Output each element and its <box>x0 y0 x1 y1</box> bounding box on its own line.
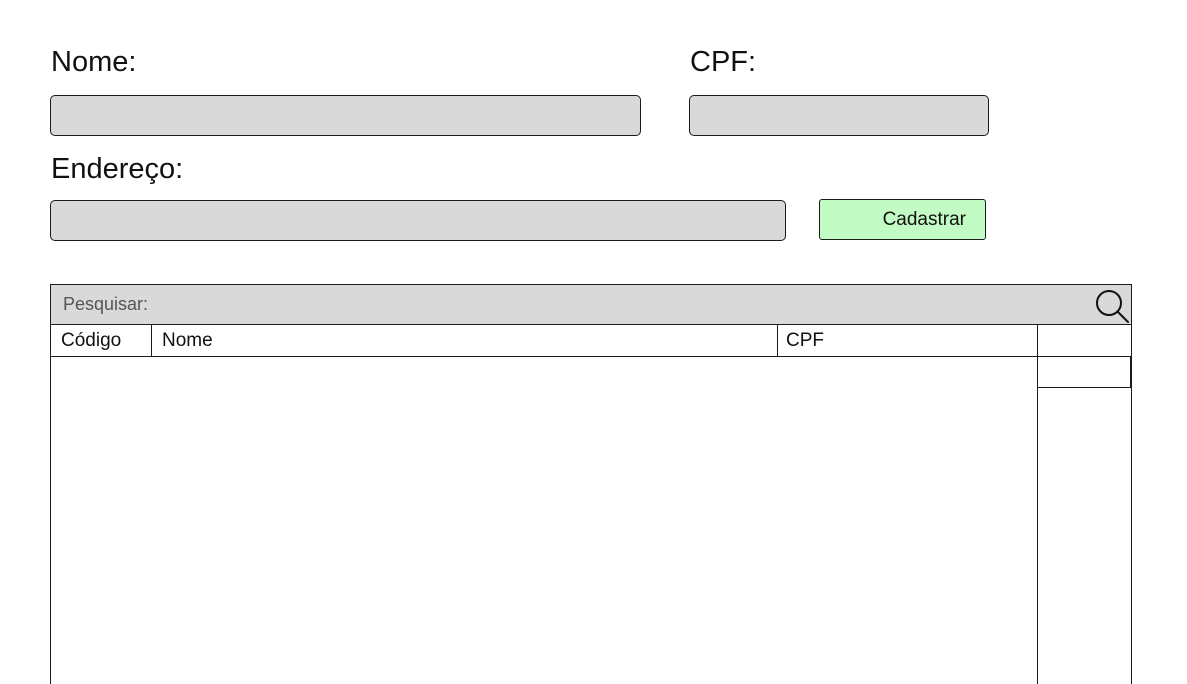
cpf-label: CPF: <box>690 46 757 78</box>
nome-field[interactable] <box>50 95 641 136</box>
search-input[interactable] <box>51 285 1086 324</box>
column-divider <box>151 325 152 356</box>
search-bar <box>51 285 1131 325</box>
nome-label: Nome: <box>51 46 137 78</box>
column-header-cpf[interactable]: CPF <box>776 325 1036 356</box>
endereco-label: Endereço: <box>51 153 184 185</box>
column-divider <box>777 325 778 356</box>
results-table: Código Nome CPF <box>50 284 1132 684</box>
column-header-codigo[interactable]: Código <box>51 325 151 356</box>
table-header-row: Código Nome CPF <box>51 325 1037 357</box>
cadastrar-button[interactable]: Cadastrar <box>819 199 986 240</box>
column-header-nome[interactable]: Nome <box>152 325 777 356</box>
scrollbar-thumb[interactable] <box>1038 356 1131 388</box>
endereco-field[interactable] <box>50 200 786 241</box>
cpf-field[interactable] <box>689 95 989 136</box>
search-icon[interactable] <box>1093 287 1131 323</box>
